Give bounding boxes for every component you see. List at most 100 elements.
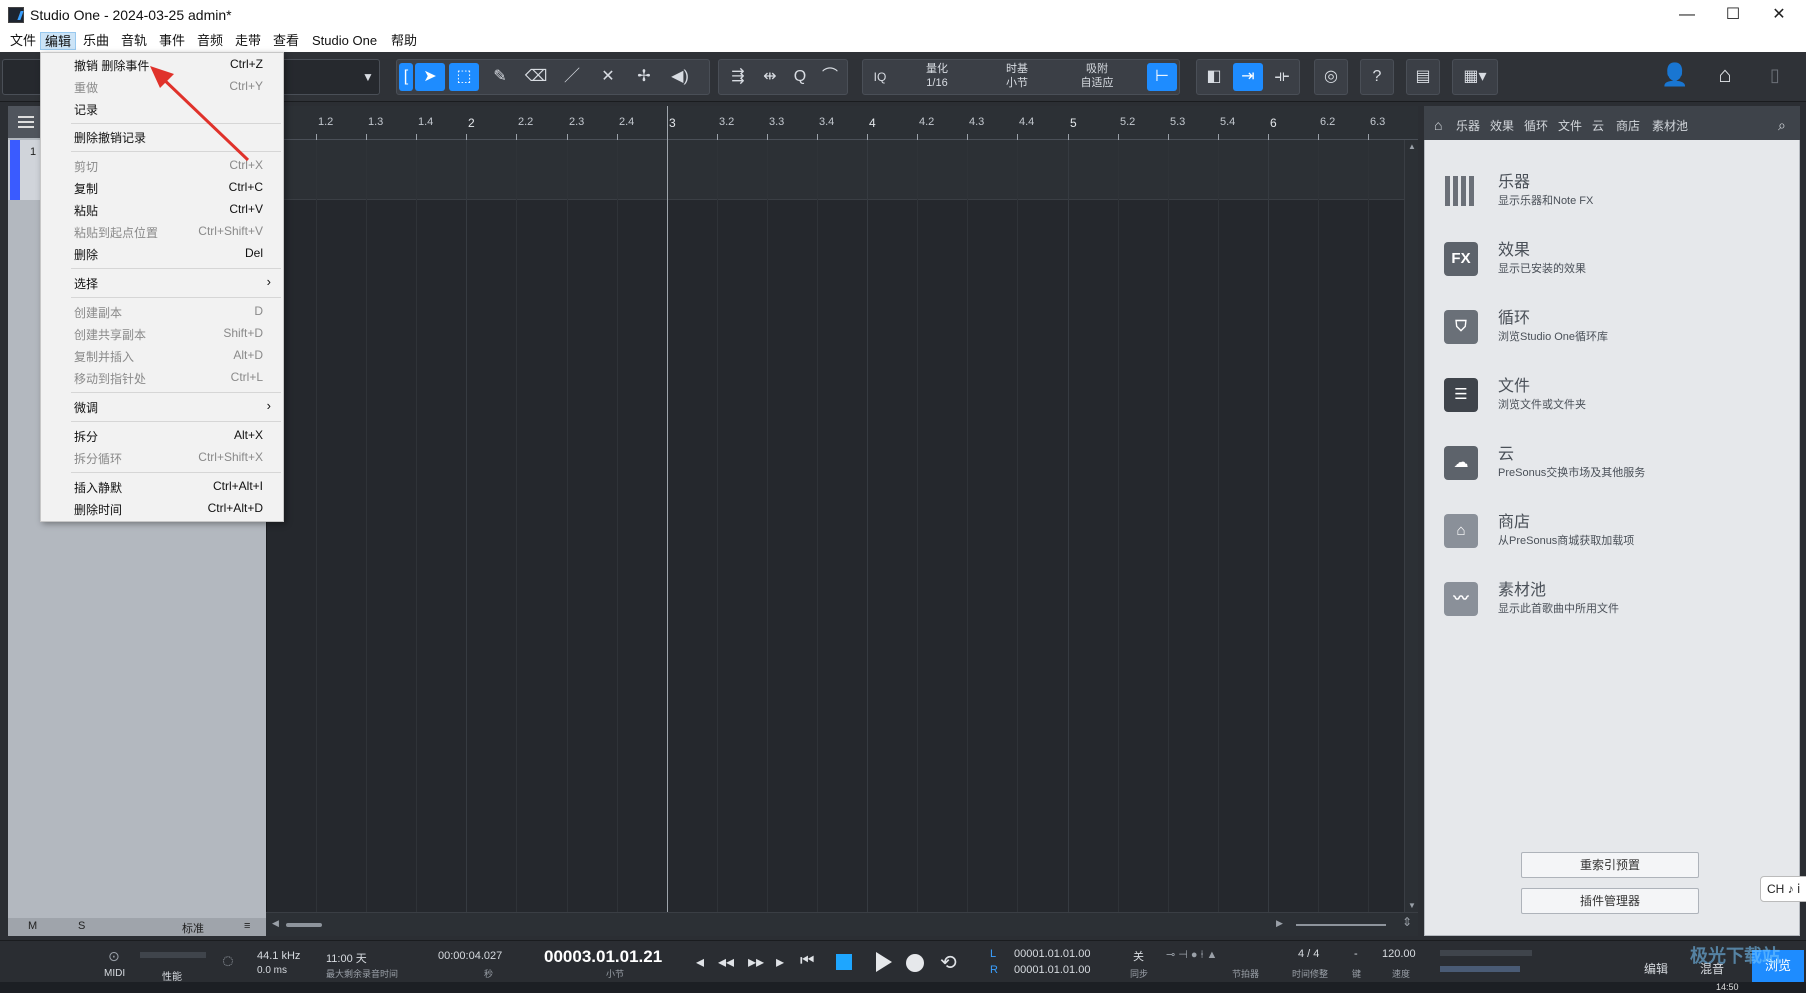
home-tab-icon[interactable]: ⌂	[1434, 117, 1442, 133]
tab-effects[interactable]: 效果	[1490, 117, 1514, 134]
tab-shop[interactable]: 商店	[1616, 117, 1640, 134]
volume-slider[interactable]	[1440, 966, 1520, 972]
snap-value[interactable]: 自适应	[1067, 77, 1127, 90]
menu-item-split-loop[interactable]: 拆分循环 Ctrl+Shift+X	[41, 446, 283, 468]
bend-tool-icon[interactable]: ✢	[629, 63, 659, 91]
fast-forward-icon[interactable]: ▸▸	[748, 952, 764, 972]
tab-pool[interactable]: 素材池	[1652, 117, 1688, 134]
play-button[interactable]	[876, 952, 892, 972]
menu-item-duplicate-insert[interactable]: 复制并插入 Alt+D	[41, 344, 283, 366]
plugin-manager-button[interactable]: 插件管理器	[1521, 888, 1699, 914]
home-icon[interactable]: ⌂	[1710, 61, 1740, 89]
forward-icon[interactable]: ▸	[776, 952, 784, 972]
help-button[interactable]: ?	[1362, 63, 1392, 91]
zoom-slider[interactable]	[1296, 924, 1386, 926]
key-value[interactable]: -	[1354, 948, 1358, 960]
split-cursor-icon[interactable]: ⟛	[1267, 63, 1297, 91]
browser-item-effects[interactable]: FX 效果 显示已安装的效果	[1444, 236, 1784, 292]
time-signature[interactable]: 4 / 4	[1298, 948, 1319, 960]
menu-file[interactable]: 文件	[6, 32, 40, 50]
record-button[interactable]	[906, 954, 924, 972]
menu-song[interactable]: 乐曲	[79, 32, 113, 50]
snap-toggle-icon[interactable]: ⊢	[1147, 63, 1177, 91]
timeline-ruler[interactable]	[266, 106, 1418, 140]
iq-button[interactable]: IQ	[865, 63, 895, 91]
stop-button[interactable]	[836, 954, 852, 970]
menu-track[interactable]: 音轨	[117, 32, 151, 50]
menu-event[interactable]: 事件	[155, 32, 189, 50]
target-icon[interactable]: ◎	[1316, 63, 1346, 91]
menu-item-delete-time[interactable]: 删除时间 Ctrl+Alt+D	[41, 497, 283, 519]
menu-studio-one[interactable]: Studio One	[308, 32, 381, 50]
menu-item-nudge[interactable]: 微调 ›	[41, 395, 283, 417]
edit-view-button[interactable]: 编辑	[1644, 960, 1668, 977]
menu-edit[interactable]: 编辑	[40, 32, 77, 50]
menu-audio[interactable]: 音频	[193, 32, 227, 50]
paint-tool-icon[interactable]: ／	[557, 63, 587, 91]
menu-item-move-to-cursor[interactable]: 移动到指针处 Ctrl+L	[41, 366, 283, 388]
ime-indicator[interactable]: CH ♪ ⅰ	[1760, 876, 1806, 902]
precount-icon[interactable]: ⊸ ⊣ ● ⍿ ▲	[1166, 948, 1217, 962]
menu-icon[interactable]	[18, 116, 34, 128]
loop-end[interactable]: 00001.01.01.00	[1014, 964, 1090, 976]
user-icon[interactable]: 👤	[1660, 61, 1690, 89]
list-icon[interactable]: ≡	[244, 920, 250, 932]
split-tool-icon[interactable]: ✎	[485, 63, 515, 91]
maximize-button[interactable]: ☐	[1710, 0, 1756, 30]
film-icon[interactable]: ▤	[1408, 63, 1438, 91]
tab-loops[interactable]: 循环	[1524, 117, 1548, 134]
menu-item-split[interactable]: 拆分 Alt+X	[41, 424, 283, 446]
midi-icon[interactable]: ⊙	[108, 948, 120, 965]
track-lane[interactable]	[266, 140, 1404, 200]
arrow-tool-icon[interactable]: ➤	[415, 63, 445, 91]
horizontal-scrollbar[interactable]: ◀ ▶ ⇕	[266, 912, 1418, 936]
loop-start[interactable]: 00001.01.01.00	[1014, 948, 1090, 960]
menu-item-redo[interactable]: 重做 Ctrl+Y	[41, 75, 283, 97]
menu-item-insert-silence[interactable]: 插入静默 Ctrl+Alt+I	[41, 475, 283, 497]
go-to-start-icon[interactable]: ⏮	[800, 952, 814, 970]
arrange-view[interactable]	[266, 106, 1418, 936]
menu-item-select[interactable]: 选择 ›	[41, 271, 283, 293]
menu-item-history[interactable]: 记录	[41, 97, 283, 119]
mute-tool-icon[interactable]: ✕	[593, 63, 623, 91]
tab-files[interactable]: 文件	[1558, 117, 1582, 134]
menu-item-paste[interactable]: 粘贴 Ctrl+V	[41, 198, 283, 220]
scroll-left-icon[interactable]: ◀	[272, 918, 279, 929]
scroll-up-icon[interactable]: ▲	[1408, 142, 1416, 151]
menu-item-undo[interactable]: 撤销 删除事件 Ctrl+Z	[41, 53, 283, 75]
eraser-tool-icon[interactable]: ⌫	[521, 63, 551, 91]
menu-item-duplicate-shared[interactable]: 创建共享副本 Shift+D	[41, 322, 283, 344]
menu-item-delete[interactable]: 删除 Del	[41, 242, 283, 264]
zoom-fit-icon[interactable]: ⇕	[1402, 915, 1412, 929]
groove-icon[interactable]: ⌒	[815, 63, 845, 91]
menu-transport[interactable]: 走带	[231, 32, 265, 50]
solo-all-button[interactable]: S	[78, 920, 85, 932]
follow-icon[interactable]: ⇥	[1233, 63, 1263, 91]
browser-item-cloud[interactable]: ☁ 云 PreSonus交换市场及其他服务	[1444, 440, 1784, 496]
menu-item-clear-history[interactable]: 删除撤销记录	[41, 125, 283, 147]
strip-silence-icon[interactable]: ⇶	[723, 63, 753, 91]
nudge-left-icon[interactable]: ◧	[1199, 63, 1229, 91]
quantize-value[interactable]: 1/16	[907, 77, 967, 90]
bars-display[interactable]: 00003.01.01.21	[544, 947, 662, 967]
menu-item-duplicate[interactable]: 创建副本 D	[41, 300, 283, 322]
rebuild-preset-index-button[interactable]: 重索引预置	[1521, 852, 1699, 878]
loop-icon[interactable]: ⟲	[940, 950, 957, 975]
menu-help[interactable]: 帮助	[387, 32, 421, 50]
performance-label[interactable]: 性能	[162, 968, 182, 983]
search-icon[interactable]: ⌕	[1778, 117, 1786, 134]
menu-item-cut[interactable]: 剪切 Ctrl+X	[41, 154, 283, 176]
tab-cloud[interactable]: 云	[1592, 117, 1604, 134]
browser-item-instruments[interactable]: 乐器 显示乐器和Note FX	[1444, 168, 1784, 224]
tempo-value[interactable]: 120.00	[1382, 948, 1416, 960]
range-bracket-icon[interactable]: [	[399, 63, 413, 91]
timebase-value[interactable]: 小节	[987, 77, 1047, 90]
sample-rate[interactable]: 44.1 kHz	[257, 950, 300, 962]
quantize-q-icon[interactable]: Q	[785, 63, 815, 91]
stretch-icon[interactable]: ⇹	[755, 63, 785, 91]
vertical-scrollbar[interactable]: ▲ ▼	[1404, 140, 1418, 912]
browser-item-shop[interactable]: ⌂ 商店 从PreSonus商城获取加载项	[1444, 508, 1784, 564]
tab-instruments[interactable]: 乐器	[1456, 117, 1480, 134]
scroll-thumb[interactable]	[286, 923, 322, 927]
minimize-button[interactable]: —	[1664, 0, 1710, 30]
